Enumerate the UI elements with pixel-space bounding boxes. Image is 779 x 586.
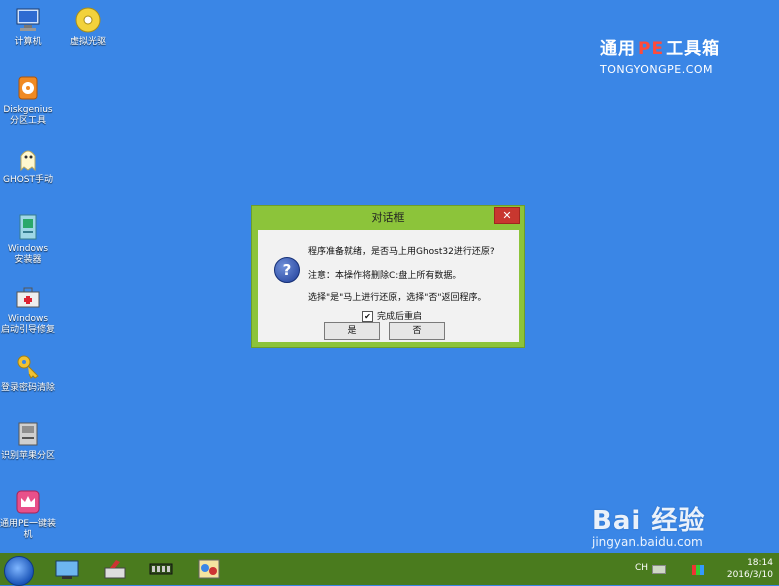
watermark-brand: Bai 经验 <box>592 506 706 536</box>
taskbar: CH 18:14 2016/3/10 <box>0 553 779 586</box>
virtual-drive-label: 虚拟光驱 <box>69 37 106 47</box>
start-button[interactable] <box>4 556 34 586</box>
diskgenius-desktop-icon[interactable]: Diskgenius 分区工具 <box>0 74 58 127</box>
one-click-install-label: 通用PE一键装 机 <box>0 519 57 540</box>
close-icon: ✕ <box>502 209 512 222</box>
close-button[interactable]: ✕ <box>494 207 520 224</box>
crown-icon <box>14 488 42 516</box>
ghost-desktop-icon[interactable]: GHOST手动 <box>0 144 58 186</box>
restart-checkbox-label: 完成后重启 <box>377 312 423 322</box>
baidu-watermark: Bai 经验 jingyan.baidu.com <box>592 500 705 549</box>
flag-icon[interactable] <box>692 565 704 575</box>
virtual-drive-desktop-icon[interactable]: 虚拟光驱 <box>58 6 118 48</box>
one-click-install-desktop-icon[interactable]: 通用PE一键装 机 <box>0 488 58 541</box>
brand-logo: 通用 PE 工具箱 TONGYONGPE.COM <box>600 34 720 76</box>
yes-button[interactable]: 是 <box>324 322 380 340</box>
dialog-message-line2: 注意：本操作将删除C:盘上所有数据。 <box>308 271 462 281</box>
boot-repair-label: Windows 启动引导修复 <box>0 314 55 335</box>
brand-pe: PE <box>638 39 665 59</box>
taskbar-network-icon[interactable] <box>196 558 222 580</box>
brand-part1: 通用 <box>600 39 636 59</box>
key-icon <box>14 352 42 380</box>
diskgenius-label: Diskgenius 分区工具 <box>3 105 53 126</box>
clock[interactable]: 18:14 2016/3/10 <box>727 557 773 581</box>
apple-partition-desktop-icon[interactable]: 识别苹果分区 <box>0 420 58 462</box>
windows-installer-desktop-icon[interactable]: Windows 安装器 <box>0 213 58 266</box>
dialog-body: ? 程序准备就绪，是否马上用Ghost32进行还原? 注意：本操作将删除C:盘上… <box>258 230 519 342</box>
dialog-message-line3: 选择"是"马上进行还原，选择"否"返回程序。 <box>308 293 487 303</box>
computer-icon <box>14 6 42 34</box>
computer-label: 计算机 <box>14 37 42 47</box>
restart-checkbox[interactable]: ✔ 完成后重启 <box>362 309 422 322</box>
password-clear-label: 登录密码清除 <box>0 383 55 393</box>
watermark-url: jingyan.baidu.com <box>592 535 703 549</box>
language-indicator[interactable]: CH <box>635 563 648 573</box>
no-button[interactable]: 否 <box>389 322 445 340</box>
windows-installer-label: Windows 安装器 <box>7 244 49 265</box>
password-clear-desktop-icon[interactable]: 登录密码清除 <box>0 352 58 394</box>
taskbar-memory-icon[interactable] <box>148 558 174 580</box>
keyboard-icon[interactable] <box>652 565 666 574</box>
computer-desktop-icon[interactable]: 计算机 <box>0 6 58 48</box>
question-icon: ? <box>274 257 300 283</box>
checkbox-check-icon[interactable]: ✔ <box>362 311 373 322</box>
taskbar-tool-icon[interactable] <box>102 558 128 580</box>
taskbar-desktop-icon[interactable] <box>54 558 80 580</box>
ghost-label: GHOST手动 <box>2 175 54 185</box>
drive-icon <box>14 420 42 448</box>
toolbox-icon <box>14 283 42 311</box>
cd-icon <box>74 6 102 34</box>
diskgenius-icon <box>14 74 42 102</box>
dialog-title: 对话框 <box>371 211 405 224</box>
ghost-icon <box>14 144 42 172</box>
clock-date: 2016/3/10 <box>726 570 773 580</box>
installer-icon <box>14 213 42 241</box>
brand-site: TONGYONGPE.COM <box>600 63 714 76</box>
apple-partition-label: 识别苹果分区 <box>0 451 55 461</box>
dialog-titlebar[interactable]: 对话框 ✕ <box>252 206 524 226</box>
dialog-message-line1: 程序准备就绪，是否马上用Ghost32进行还原? <box>308 247 495 257</box>
boot-repair-desktop-icon[interactable]: Windows 启动引导修复 <box>0 283 58 336</box>
clock-time: 18:14 <box>747 558 773 568</box>
confirm-dialog: 对话框 ✕ ? 程序准备就绪，是否马上用Ghost32进行还原? 注意：本操作将… <box>251 205 525 348</box>
brand-part2: 工具箱 <box>666 39 721 59</box>
